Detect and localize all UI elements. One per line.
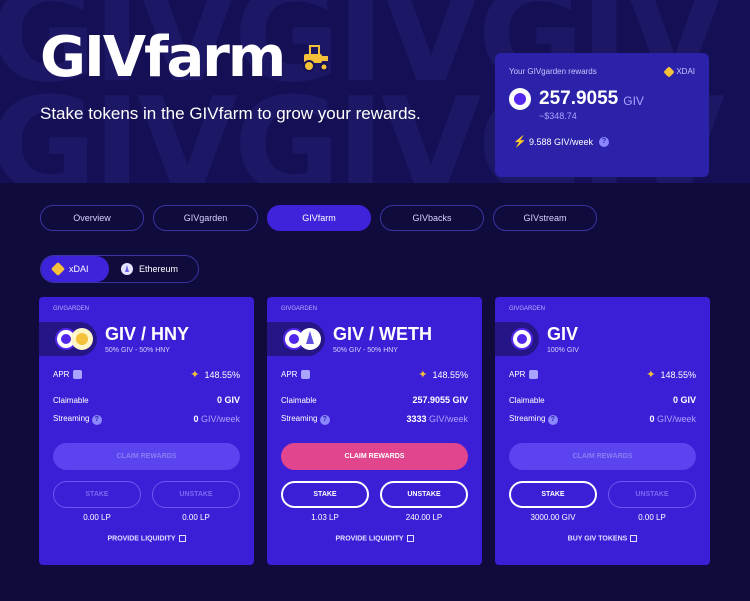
- rewards-label: Your GIVgarden rewards: [509, 67, 597, 76]
- pool-composition: 100% GIV: [547, 347, 579, 354]
- network-switch: xDAI Ethereum: [40, 255, 199, 283]
- giv-token-icon: [511, 328, 533, 350]
- tab-givstream[interactable]: GIVstream: [493, 205, 597, 231]
- pool-composition: 50% GIV - 50% HNY: [333, 347, 398, 354]
- pool-name: GIV / WETH: [333, 324, 432, 344]
- hero-banner: GIVGIVGIV GIVGIVGIV GIVfarm Stake tokens…: [0, 0, 750, 183]
- pool-token-icons: [39, 322, 97, 356]
- stakeable-amount: 3000.00 GIV: [530, 512, 576, 522]
- giv-token-icon: [509, 88, 531, 110]
- rewards-unit: GIV: [623, 94, 644, 108]
- external-link-icon: [630, 534, 638, 542]
- rewards-usd-value: ~$348.74: [539, 111, 577, 121]
- streaming-label: Streaming: [509, 414, 546, 423]
- claimable-value: 257.9055 GIV: [412, 395, 468, 405]
- pool-card-giv: GIVGARDEN GIV 100% GIV APR ✦ 148.55% Clai…: [495, 297, 710, 565]
- provide-liquidity-link[interactable]: PROVIDE LIQUIDITY: [53, 534, 240, 542]
- provide-liquidity-link[interactable]: PROVIDE LIQUIDITY: [281, 534, 468, 542]
- unstake-button[interactable]: UNSTAKE: [608, 480, 696, 508]
- pool-name: GIV / HNY: [105, 324, 190, 344]
- hny-token-icon: [71, 328, 93, 350]
- page-title: GIVfarm: [40, 25, 286, 90]
- help-icon[interactable]: ?: [599, 136, 610, 147]
- help-icon[interactable]: ?: [319, 414, 330, 425]
- staked-amount: 240.00 LP: [405, 512, 443, 522]
- sparkle-icon: ✦: [646, 369, 656, 381]
- apr-label: APR: [281, 369, 298, 379]
- claimable-label: Claimable: [509, 395, 545, 405]
- calculator-icon[interactable]: [73, 370, 83, 380]
- unstake-button[interactable]: UNSTAKE: [152, 480, 240, 508]
- card-tag: GIVGARDEN: [53, 306, 90, 312]
- help-icon[interactable]: ?: [91, 414, 102, 425]
- calculator-icon[interactable]: [301, 370, 311, 380]
- rewards-amount: 257.9055: [539, 88, 619, 109]
- streaming-label: Streaming: [281, 414, 318, 423]
- apr-value: 148.55%: [432, 369, 468, 380]
- claim-rewards-button[interactable]: CLAIM REWARDS: [281, 442, 468, 470]
- claimable-label: Claimable: [281, 395, 317, 405]
- staked-amount: 0.00 LP: [638, 512, 666, 522]
- streaming-unit: GIV/week: [200, 414, 240, 425]
- xdai-icon: [663, 65, 675, 78]
- network-badge: XDAI: [663, 65, 695, 78]
- section-tabs: Overview GIVgarden GIVfarm GIVbacks GIVs…: [40, 205, 597, 231]
- page-subtitle: Stake tokens in the GIVfarm to grow your…: [40, 104, 421, 123]
- unstake-button[interactable]: UNSTAKE: [380, 480, 468, 508]
- pool-card-giv-hny: GIVGARDEN GIV / HNY 50% GIV - 50% HNY AP…: [39, 297, 254, 565]
- pool-token-icons: [267, 322, 325, 356]
- streaming-value: 0: [193, 414, 199, 425]
- weth-token-icon: [299, 328, 321, 350]
- stake-button[interactable]: STAKE: [53, 480, 141, 508]
- network-option-ethereum[interactable]: Ethereum: [109, 256, 190, 282]
- pool-card-giv-weth: GIVGARDEN GIV / WETH 50% GIV - 50% HNY A…: [267, 297, 482, 565]
- streaming-unit: GIV/week: [428, 414, 468, 425]
- streaming-value: 0: [649, 414, 655, 425]
- tab-givfarm[interactable]: GIVfarm: [267, 205, 371, 231]
- rewards-rate: 9.588 GIV/week: [529, 136, 594, 147]
- streaming-value: 3333: [406, 414, 427, 425]
- pool-name: GIV: [547, 324, 579, 344]
- sparkle-icon: ✦: [190, 369, 200, 381]
- apr-label: APR: [53, 369, 70, 379]
- claim-rewards-button[interactable]: CLAIM REWARDS: [509, 442, 696, 470]
- card-tag: GIVGARDEN: [509, 306, 546, 312]
- pool-composition: 50% GIV - 50% HNY: [105, 347, 170, 354]
- network-option-xdai[interactable]: xDAI: [41, 256, 109, 282]
- stakeable-amount: 0.00 LP: [83, 512, 111, 522]
- tab-givbacks[interactable]: GIVbacks: [380, 205, 484, 231]
- staked-amount: 0.00 LP: [182, 512, 210, 522]
- claimable-value: 0 GIV: [672, 395, 696, 405]
- tractor-icon: [303, 44, 329, 72]
- external-link-icon: [178, 534, 186, 542]
- claimable-value: 0 GIV: [216, 395, 240, 405]
- title-row: GIVfarm: [40, 25, 332, 90]
- stakeable-amount: 1.03 LP: [311, 512, 339, 522]
- streaming-label: Streaming: [53, 414, 90, 423]
- lightning-icon: ⚡: [513, 136, 527, 148]
- apr-label: APR: [509, 369, 526, 379]
- calculator-icon[interactable]: [529, 370, 539, 380]
- tab-overview[interactable]: Overview: [40, 205, 144, 231]
- ethereum-icon: [121, 263, 133, 275]
- buy-giv-tokens-link[interactable]: BUY GIV TOKENS: [509, 534, 696, 542]
- pool-token-icons: [495, 322, 539, 356]
- apr-value: 148.55%: [204, 369, 240, 380]
- apr-value: 148.55%: [660, 369, 696, 380]
- xdai-icon: [50, 261, 66, 277]
- streaming-unit: GIV/week: [656, 414, 696, 425]
- sparkle-icon: ✦: [418, 369, 428, 381]
- card-tag: GIVGARDEN: [281, 306, 318, 312]
- tab-givgarden[interactable]: GIVgarden: [153, 205, 258, 231]
- claim-rewards-button[interactable]: CLAIM REWARDS: [53, 442, 240, 470]
- claimable-label: Claimable: [53, 395, 89, 405]
- help-icon[interactable]: ?: [547, 414, 558, 425]
- stake-button[interactable]: STAKE: [281, 480, 369, 508]
- stake-button[interactable]: STAKE: [509, 480, 597, 508]
- rewards-summary-card: Your GIVgarden rewards XDAI 257.9055 GIV…: [495, 53, 709, 177]
- external-link-icon: [406, 534, 414, 542]
